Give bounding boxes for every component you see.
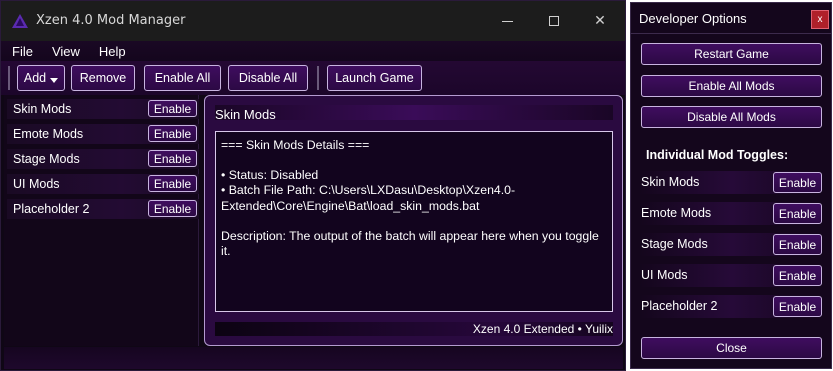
developer-close-button[interactable]: Close — [641, 337, 822, 359]
enable-all-button[interactable]: Enable All — [144, 65, 221, 91]
toggle-emote-mods-button[interactable]: Enable — [773, 203, 822, 224]
chevron-down-icon — [50, 77, 59, 83]
minimize-button[interactable] — [485, 9, 531, 33]
mod-manager-window: Xzen 4.0 Mod Manager ✕ File View Help Ad… — [0, 0, 626, 371]
toggle-label: Skin Mods — [641, 175, 700, 189]
close-window-button[interactable]: ✕ — [577, 9, 623, 33]
mod-label: Emote Mods — [13, 127, 84, 141]
mod-label: Skin Mods — [13, 102, 72, 116]
mod-list-panel: Skin Mods Enable Emote Mods Enable Stage… — [4, 95, 199, 346]
list-item[interactable]: Placeholder 2 Enable — [7, 199, 199, 219]
credits-text: Xzen 4.0 Extended • Yuilix — [472, 322, 613, 336]
toolbar: Add Remove Enable All Disable All Launch… — [1, 61, 625, 95]
details-batch-path-2: Extended\Core\Engine\Bat\load_skin_mods.… — [221, 198, 480, 213]
toggle-skin-mods-button[interactable]: Enable — [773, 172, 822, 193]
developer-title: Developer Options — [639, 11, 747, 26]
list-item[interactable]: Emote Mods Enable — [639, 202, 825, 225]
mod-label: Placeholder 2 — [13, 202, 90, 216]
enable-stage-mods-button[interactable]: Enable — [148, 150, 197, 167]
list-item[interactable]: Stage Mods Enable — [639, 233, 825, 256]
toolbar-separator — [317, 66, 319, 90]
menu-file[interactable]: File — [12, 44, 33, 59]
list-item[interactable]: Skin Mods Enable — [7, 99, 199, 119]
details-status: • Status: Disabled — [221, 168, 319, 183]
add-label: Add — [23, 71, 47, 85]
title-bar[interactable]: Xzen 4.0 Mod Manager ✕ — [1, 1, 625, 41]
toggle-label: UI Mods — [641, 268, 688, 282]
list-item[interactable]: Stage Mods Enable — [7, 149, 199, 169]
list-item[interactable]: Skin Mods Enable — [639, 171, 825, 194]
list-item[interactable]: UI Mods Enable — [7, 174, 199, 194]
status-bar — [4, 347, 623, 369]
list-item[interactable]: Emote Mods Enable — [7, 124, 199, 144]
app-logo-icon — [12, 14, 28, 28]
details-title: Skin Mods — [215, 107, 276, 122]
list-item[interactable]: UI Mods Enable — [639, 264, 825, 287]
toggle-label: Stage Mods — [641, 237, 708, 251]
add-button[interactable]: Add — [17, 65, 65, 91]
toggle-ui-mods-button[interactable]: Enable — [773, 265, 822, 286]
list-item[interactable]: Placeholder 2 Enable — [639, 295, 825, 318]
developer-options-window: Developer Options x Restart Game Enable … — [630, 2, 832, 369]
divider — [631, 33, 831, 34]
mod-label: UI Mods — [13, 177, 60, 191]
toggle-stage-mods-button[interactable]: Enable — [773, 234, 822, 255]
toggle-label: Emote Mods — [641, 206, 712, 220]
toolbar-separator — [8, 66, 10, 90]
maximize-button[interactable] — [531, 9, 577, 33]
details-description: Description: The output of the batch wil… — [221, 228, 599, 259]
toggle-label: Placeholder 2 — [641, 299, 718, 313]
menu-bar: File View Help — [1, 41, 625, 61]
details-batch-path-1: • Batch File Path: C:\Users\LXDasu\Deskt… — [221, 183, 516, 198]
enable-emote-mods-button[interactable]: Enable — [148, 125, 197, 142]
close-icon: ✕ — [594, 13, 606, 29]
disable-all-mods-button[interactable]: Disable All Mods — [641, 106, 822, 128]
remove-button[interactable]: Remove — [71, 65, 135, 91]
details-textbox[interactable]: === Skin Mods Details === • Status: Disa… — [215, 131, 613, 312]
developer-close-x-button[interactable]: x — [811, 10, 829, 29]
details-card: Skin Mods === Skin Mods Details === • St… — [204, 95, 623, 346]
mod-label: Stage Mods — [13, 152, 80, 166]
launch-game-button[interactable]: Launch Game — [327, 65, 422, 91]
maximize-icon — [549, 16, 559, 26]
details-heading: === Skin Mods Details === — [221, 138, 370, 152]
individual-toggles-heading: Individual Mod Toggles: — [646, 148, 789, 162]
enable-placeholder-2-button[interactable]: Enable — [148, 200, 197, 217]
disable-all-button[interactable]: Disable All — [228, 65, 308, 91]
enable-skin-mods-button[interactable]: Enable — [148, 100, 197, 117]
menu-help[interactable]: Help — [99, 44, 126, 59]
enable-ui-mods-button[interactable]: Enable — [148, 175, 197, 192]
restart-game-button[interactable]: Restart Game — [641, 43, 822, 65]
menu-view[interactable]: View — [52, 44, 80, 59]
toggle-placeholder-2-button[interactable]: Enable — [773, 296, 822, 317]
enable-all-mods-button[interactable]: Enable All Mods — [641, 75, 822, 97]
window-title: Xzen 4.0 Mod Manager — [36, 13, 186, 28]
minimize-icon — [502, 21, 513, 22]
